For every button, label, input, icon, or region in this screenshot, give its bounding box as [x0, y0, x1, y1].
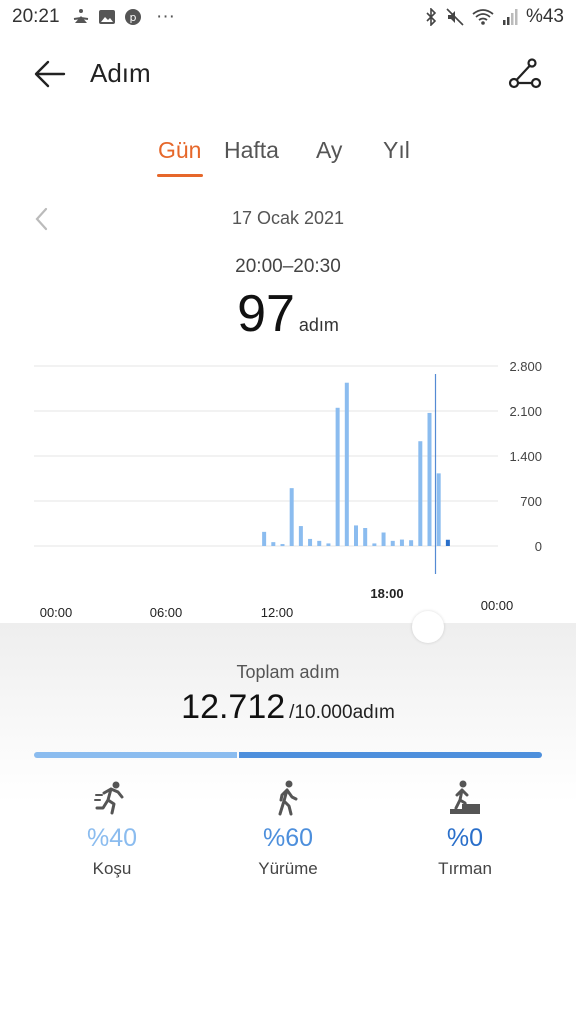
climbing-percent: %0: [446, 824, 484, 852]
active-tab-indicator: [157, 174, 203, 177]
pinterest-notification-icon: p: [125, 9, 141, 25]
step-bar[interactable]: [390, 540, 395, 546]
selected-step-bar[interactable]: [445, 539, 450, 546]
route-share-icon[interactable]: [506, 56, 544, 92]
step-bar[interactable]: [335, 407, 340, 546]
notification-icons: p ···: [72, 6, 175, 28]
running-percent: %40: [86, 824, 138, 852]
step-bar[interactable]: [399, 539, 404, 546]
selected-steps: 97 adım: [0, 284, 576, 344]
running-icon: [94, 781, 124, 815]
stat-running: %40 Koşu: [16, 780, 208, 879]
steps-bar-chart[interactable]: 2.800 2.100 1.400 700 0 00:00 06:00 12:00 18:00 0…: [0, 340, 576, 625]
back-arrow-icon[interactable]: [32, 56, 68, 92]
step-bar[interactable]: [289, 488, 294, 546]
step-bar[interactable]: [344, 382, 349, 546]
status-right: %43: [424, 6, 564, 28]
total-steps-value: 12.712: [181, 688, 286, 726]
climbing-icon: [450, 780, 480, 814]
gallery-notification-icon: [99, 10, 115, 24]
y-tick-label: 1.400: [509, 449, 542, 464]
step-bar[interactable]: [381, 532, 386, 547]
tab-day[interactable]: Gün: [158, 137, 201, 164]
chart-scrub-handle[interactable]: [412, 611, 444, 643]
wifi-icon: [472, 9, 494, 25]
walking-percent: %60: [262, 824, 314, 852]
more-notifications-icon: ···: [156, 6, 175, 27]
climbing-label: Tırman: [438, 859, 492, 878]
y-tick-label: 700: [520, 494, 542, 509]
status-time: 20:21: [12, 6, 60, 27]
step-bar[interactable]: [372, 543, 377, 546]
steps-goal: /10.000adım: [289, 702, 395, 723]
walking-share-bar: [239, 752, 542, 758]
running-label: Koşu: [92, 859, 132, 878]
battery-level: %43: [525, 6, 564, 27]
tab-week[interactable]: Hafta: [224, 137, 279, 164]
bluetooth-icon: [426, 8, 437, 26]
step-bar[interactable]: [409, 540, 414, 546]
step-bar[interactable]: [317, 540, 322, 546]
tab-month[interactable]: Ay: [316, 137, 342, 164]
step-bar[interactable]: [427, 412, 432, 546]
stat-climbing: %0 Tırman: [369, 780, 561, 879]
x-tick-label: 12:00: [261, 605, 294, 620]
signal-icon: [502, 9, 518, 25]
selected-time-range: 20:00–20:30: [235, 256, 341, 277]
step-bar[interactable]: [363, 528, 368, 546]
stat-walking: %60 Yürüme: [192, 780, 384, 879]
selected-steps-unit: adım: [298, 315, 339, 335]
step-bar[interactable]: [436, 473, 441, 546]
y-tick-label: 2.800: [509, 359, 542, 374]
walking-icon: [278, 780, 298, 816]
total-steps-label: Toplam adım: [236, 662, 340, 682]
y-tick-label: 2.100: [509, 404, 542, 419]
step-bar[interactable]: [326, 543, 331, 546]
yoga-notification-icon: [73, 9, 89, 23]
svg-text:p: p: [130, 11, 137, 24]
total-steps: 12.712/10.000adım: [0, 688, 576, 727]
x-tick-label: 06:00: [150, 605, 183, 620]
x-tick-label: 00:00: [481, 598, 514, 613]
step-bar[interactable]: [308, 538, 313, 546]
step-bar[interactable]: [298, 526, 303, 546]
y-tick-label: 0: [535, 539, 542, 554]
page-title: Adım: [90, 58, 151, 88]
tab-year[interactable]: Yıl: [383, 137, 410, 164]
step-bar[interactable]: [280, 544, 285, 547]
running-share-bar: [34, 752, 237, 758]
x-tick-label: 00:00: [40, 605, 73, 620]
selected-steps-value: 97: [237, 285, 295, 343]
mute-icon: [446, 8, 464, 26]
step-bar[interactable]: [271, 542, 276, 546]
x-tick-label: 18:00: [370, 586, 403, 601]
step-bar[interactable]: [418, 441, 423, 546]
selected-date: 17 Ocak 2021: [231, 208, 345, 228]
step-bar[interactable]: [262, 531, 267, 546]
period-tabs: Gün Hafta Ay Yıl: [0, 137, 576, 177]
walking-label: Yürüme: [258, 859, 318, 878]
step-bar[interactable]: [354, 525, 358, 546]
